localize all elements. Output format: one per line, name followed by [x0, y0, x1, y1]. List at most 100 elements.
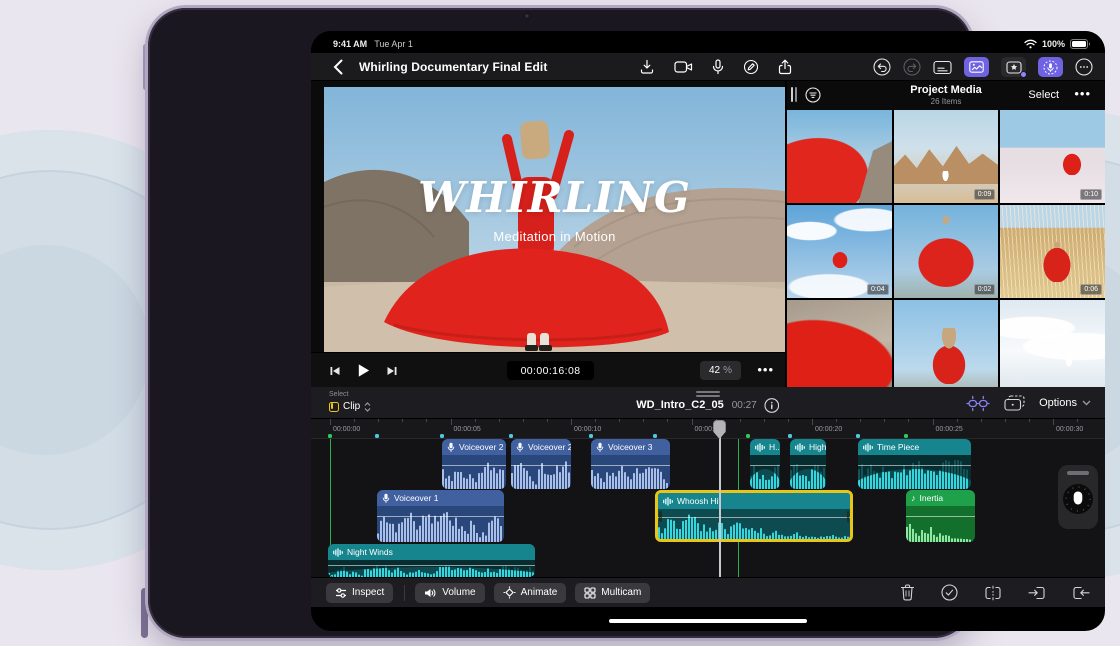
overlay-picture-icon[interactable]	[1004, 395, 1025, 411]
volume-button-tool[interactable]: Volume	[415, 583, 484, 603]
pencil-tools-icon[interactable]	[743, 59, 759, 75]
date: Tue Apr 1	[374, 39, 413, 49]
next-frame-button[interactable]	[386, 365, 398, 377]
timeline-clip[interactable]: ♪Inertia	[906, 490, 975, 542]
clip-mode-selector[interactable]: Clip	[329, 401, 371, 412]
media-item[interactable]	[1000, 300, 1105, 387]
media-select-button[interactable]: Select	[1028, 89, 1059, 101]
ruler-tick	[667, 419, 668, 422]
jog-dial[interactable]	[1058, 465, 1098, 529]
info-icon[interactable]	[765, 398, 780, 413]
timeline-clip[interactable]: High...	[790, 439, 826, 489]
timeline-clip[interactable]: Voiceover 2	[511, 439, 571, 489]
ruler-tick	[619, 419, 620, 422]
clip-label: Voiceover 2	[459, 442, 503, 452]
inspect-button[interactable]: Inspect	[326, 583, 393, 603]
battery-icon	[1070, 39, 1091, 49]
inspect-icon	[335, 587, 347, 599]
inspect-label: Inspect	[352, 587, 384, 598]
ruler-tick	[499, 419, 500, 422]
import-icon[interactable]	[639, 59, 655, 75]
media-panel-header: Project Media 26 Items Select •••	[787, 81, 1105, 110]
media-item[interactable]: 0:09	[894, 110, 999, 203]
titles-icon[interactable]	[933, 60, 952, 75]
options-button[interactable]: Options	[1039, 397, 1091, 409]
clip-mode-icon	[329, 402, 339, 412]
timeline-header: Select Clip WD_Intro_C2_05 00:27	[311, 387, 1105, 419]
media-browser-button[interactable]	[964, 57, 989, 77]
animate-icon	[503, 586, 516, 599]
dial-grab-handle[interactable]	[1067, 471, 1089, 475]
media-item[interactable]: 0:10	[1000, 110, 1105, 203]
redo-icon[interactable]	[903, 58, 921, 76]
volume-label: Volume	[442, 587, 475, 598]
ruler-label: 00:00:30	[1056, 426, 1083, 433]
timeline-tracks: Voiceover 2 Voiceover 2 Voiceover 3 H... Hig…	[311, 439, 1105, 577]
zoom-value: 42	[709, 365, 720, 376]
animate-button[interactable]: Animate	[494, 583, 567, 603]
media-item[interactable]	[787, 300, 892, 387]
ruler-tick	[451, 419, 452, 425]
zoom-level[interactable]: 42 %	[700, 361, 741, 380]
previous-frame-button[interactable]	[329, 365, 341, 377]
clip-label: Whoosh Hit	[677, 496, 721, 506]
media-item[interactable]: 0:04	[787, 205, 892, 298]
mic-icon[interactable]	[712, 59, 724, 75]
chevron-down-icon	[1082, 400, 1091, 406]
play-button[interactable]	[356, 363, 371, 378]
timeline-clip[interactable]: Whoosh Hit	[655, 490, 853, 542]
ruler-tick	[788, 419, 789, 422]
share-icon[interactable]	[778, 59, 792, 75]
back-button[interactable]	[333, 59, 343, 75]
clip-mode-label: Clip	[343, 401, 360, 412]
select-caption: Select	[329, 391, 348, 398]
ruler-label: 00:00:00	[333, 426, 360, 433]
home-indicator[interactable]	[609, 619, 807, 623]
split-clip-icon[interactable]	[984, 585, 1002, 601]
timeline-clip[interactable]: Voiceover 3	[591, 439, 670, 489]
timeline-clip[interactable]: Night Winds	[328, 544, 535, 577]
timeline-clip[interactable]: H...	[750, 439, 780, 489]
approve-check-icon[interactable]	[941, 584, 958, 601]
clip-start-marker	[788, 434, 792, 438]
connect-clips-icon[interactable]	[966, 395, 990, 412]
clip-label: Night Winds	[347, 547, 393, 557]
clip-start-marker	[904, 434, 908, 438]
ruler-label: 00:00:05	[454, 426, 481, 433]
append-clip-icon[interactable]	[1072, 585, 1090, 601]
ruler-tick	[981, 419, 982, 422]
ruler-tick	[908, 419, 909, 422]
clip-label: High...	[809, 442, 826, 452]
multicam-button[interactable]: Multicam	[575, 583, 650, 603]
insert-clip-icon[interactable]	[1028, 585, 1046, 601]
ruler-tick	[836, 419, 837, 422]
media-duration: 0:06	[1080, 284, 1102, 295]
more-options-icon[interactable]	[1075, 58, 1093, 76]
effects-browser-button[interactable]	[1001, 57, 1026, 77]
viewer-more-button[interactable]: •••	[757, 362, 774, 377]
ruler-tick	[740, 419, 741, 422]
media-item[interactable]	[894, 300, 999, 387]
media-item[interactable]: 0:02	[894, 205, 999, 298]
undo-icon[interactable]	[873, 58, 891, 76]
timeline-clip[interactable]: Voiceover 2	[442, 439, 506, 489]
viewer-pane: WHIRLING Meditation in Motion	[311, 81, 785, 387]
timeline-clip[interactable]: Time Piece	[858, 439, 971, 489]
viewer-video[interactable]: WHIRLING Meditation in Motion	[324, 87, 785, 352]
updown-chevrons-icon	[364, 402, 371, 412]
delete-icon[interactable]	[900, 584, 915, 601]
options-label: Options	[1039, 397, 1077, 409]
timeline-clip[interactable]: Voiceover 1	[377, 490, 504, 542]
front-camera	[524, 13, 530, 19]
voiceover-button[interactable]	[1038, 57, 1063, 77]
clip-label: Voiceover 1	[394, 493, 438, 503]
timeline-ruler[interactable]: 00:00:0000:00:0500:00:1000:00:1500:00:20…	[311, 419, 1105, 439]
volume-icon	[424, 587, 437, 599]
camera-icon[interactable]	[674, 60, 693, 74]
media-more-button[interactable]: •••	[1074, 86, 1091, 101]
clip-label: Inertia	[920, 493, 944, 503]
media-item[interactable]: 0:03	[787, 110, 892, 203]
ruler-tick	[378, 419, 379, 422]
media-item[interactable]: 0:06	[1000, 205, 1105, 298]
timecode-display[interactable]: 00:00:16:08	[507, 361, 594, 380]
